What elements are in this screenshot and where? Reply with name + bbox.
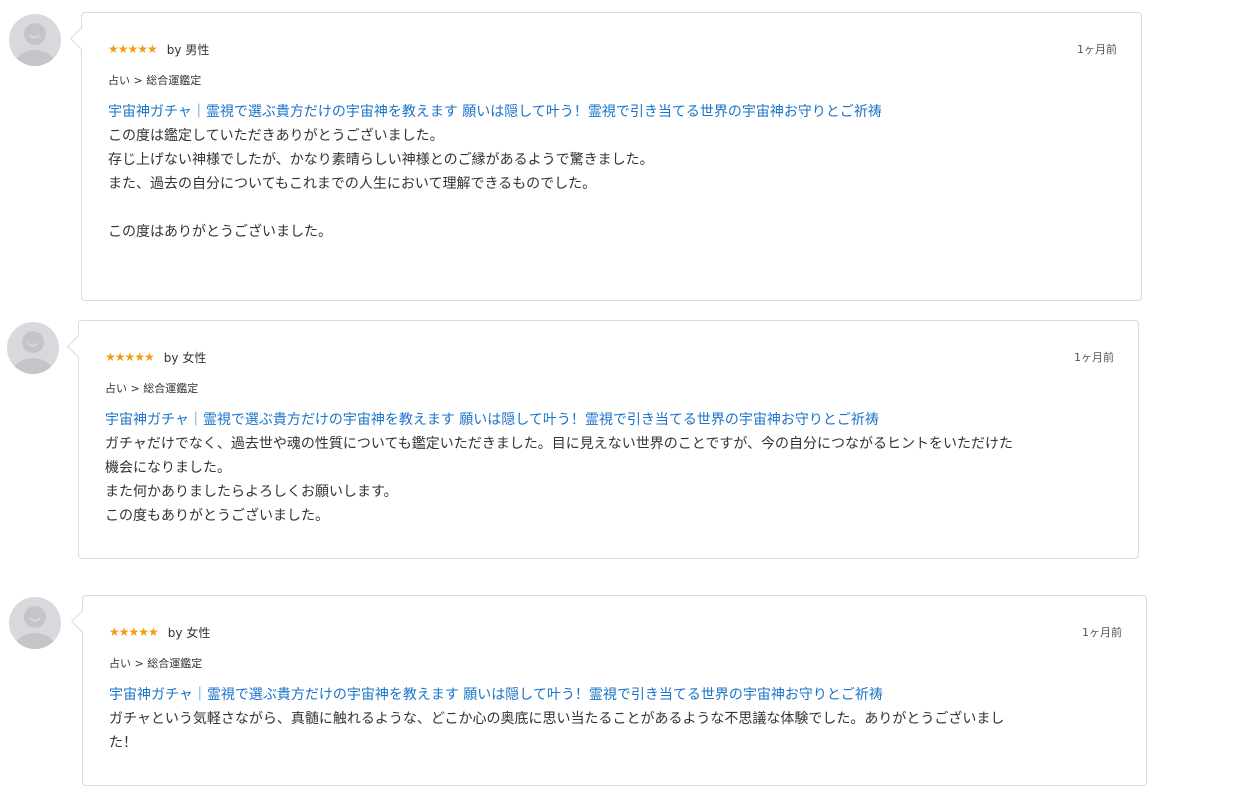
star-rating-icon: ★★★★★ <box>109 625 159 639</box>
review-date: 1ヶ月前 <box>1082 626 1122 639</box>
reviewer-gender: by 男性 <box>166 42 210 57</box>
star-rating-icon: ★★★★★ <box>108 42 158 56</box>
service-category: 占い > 総合運鑑定 <box>108 74 202 87</box>
review-date: 1ヶ月前 <box>1074 351 1114 364</box>
service-title-link[interactable]: 宇宙神ガチャ｜霊視で選ぶ貴方だけの宇宙神を教えます 願いは隠して叶う！霊視で引き… <box>108 100 1117 124</box>
review-text: ガチャという気軽さながら、真髄に触れるような、どこか心の奥底に思い当たることがあ… <box>109 711 1005 751</box>
user-avatar-icon <box>7 322 59 374</box>
review-card: ★★★★★ by 男性 1ヶ月前 占い > 総合運鑑定 宇宙神ガチャ｜霊視で選ぶ… <box>81 12 1142 301</box>
review-text: ガチャだけでなく、過去世や魂の性質についても鑑定いただきました。目に見えない世界… <box>105 436 1014 524</box>
review-header: ★★★★★ by 男性 <box>108 40 1117 58</box>
reviewer-gender: by 女性 <box>167 625 211 640</box>
user-avatar-icon <box>9 597 61 649</box>
service-category: 占い > 総合運鑑定 <box>105 382 199 395</box>
service-category: 占い > 総合運鑑定 <box>109 657 203 670</box>
review-text: この度は鑑定していただきありがとうございました。 存じ上げない神様でしたが、かな… <box>108 128 654 240</box>
review-header: ★★★★★ by 女性 <box>109 623 1122 641</box>
star-rating-icon: ★★★★★ <box>105 350 155 364</box>
review-header: ★★★★★ by 女性 <box>105 348 1114 366</box>
review-date: 1ヶ月前 <box>1077 43 1117 56</box>
review-card: ★★★★★ by 女性 1ヶ月前 占い > 総合運鑑定 宇宙神ガチャ｜霊視で選ぶ… <box>78 320 1139 559</box>
service-title-link[interactable]: 宇宙神ガチャ｜霊視で選ぶ貴方だけの宇宙神を教えます 願いは隠して叶う！霊視で引き… <box>109 683 1122 707</box>
user-avatar-icon <box>9 14 61 66</box>
review-card: ★★★★★ by 女性 1ヶ月前 占い > 総合運鑑定 宇宙神ガチャ｜霊視で選ぶ… <box>82 595 1147 786</box>
service-title-link[interactable]: 宇宙神ガチャ｜霊視で選ぶ貴方だけの宇宙神を教えます 願いは隠して叶う！霊視で引き… <box>105 408 1114 432</box>
reviewer-gender: by 女性 <box>163 350 207 365</box>
